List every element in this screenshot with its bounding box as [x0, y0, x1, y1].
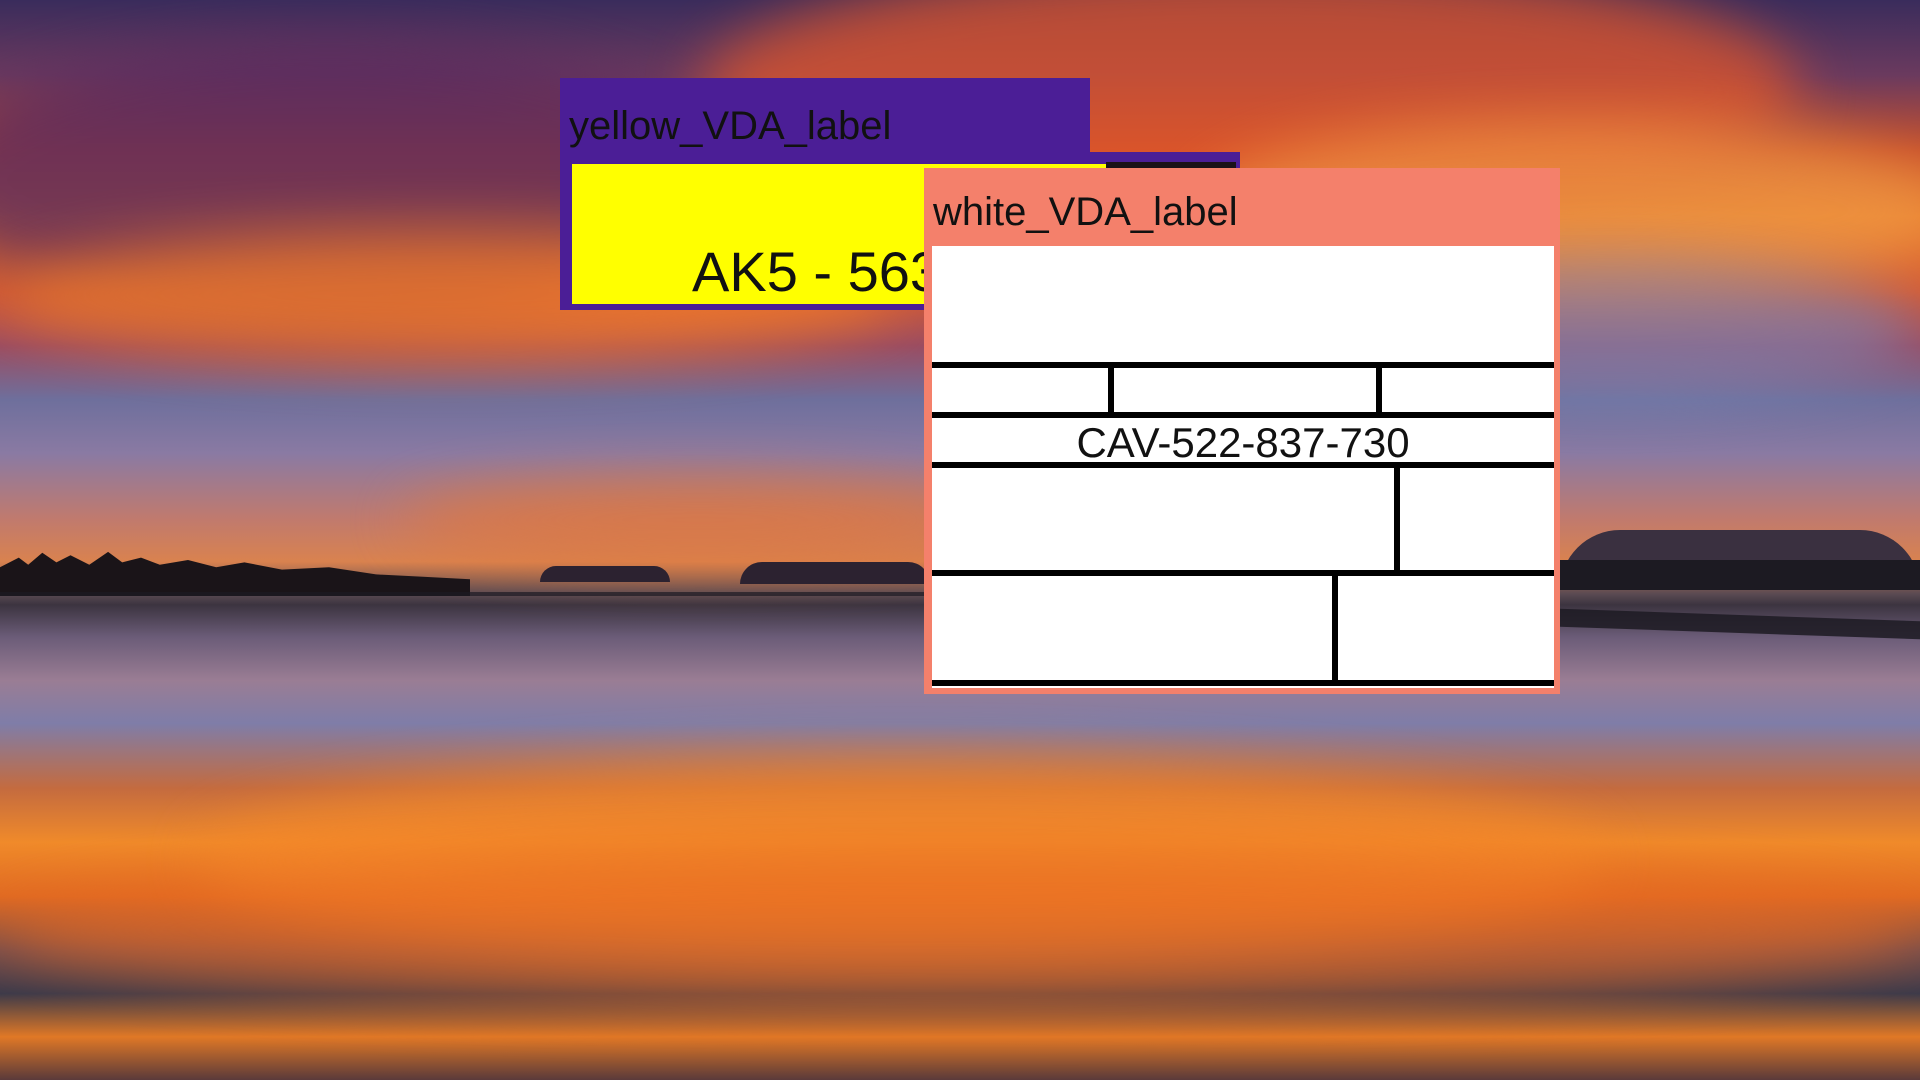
grid-line: [1332, 570, 1338, 682]
white-vda-label-window[interactable]: white_VDA_label CAV-522-837-730: [924, 168, 1560, 694]
grid-line: [932, 462, 1554, 468]
grid-line: [1376, 362, 1382, 414]
vda-number-text: CAV-522-837-730: [1076, 419, 1410, 466]
label-code-text: AK5 - 563: [692, 240, 942, 303]
grid-line: [932, 570, 1554, 576]
grid-line: [932, 362, 1554, 368]
distant-hill: [540, 566, 670, 582]
reflection-shape: [0, 850, 1920, 1010]
shoreline: [1500, 560, 1920, 590]
cloud-shape: [400, 480, 1000, 560]
grid-line: [932, 412, 1554, 418]
window-titlebar[interactable]: yellow_VDA_label: [560, 78, 1090, 154]
shoreline: [1560, 608, 1920, 640]
window-titlebar[interactable]: white_VDA_label: [924, 168, 1560, 246]
grid-line: [1108, 362, 1114, 414]
grid-line: [932, 680, 1554, 686]
shoreline: [0, 592, 940, 596]
distant-hill: [740, 562, 930, 584]
white-label-area: CAV-522-837-730: [932, 246, 1554, 688]
grid-line: [1394, 462, 1400, 570]
treeline: [0, 551, 470, 596]
